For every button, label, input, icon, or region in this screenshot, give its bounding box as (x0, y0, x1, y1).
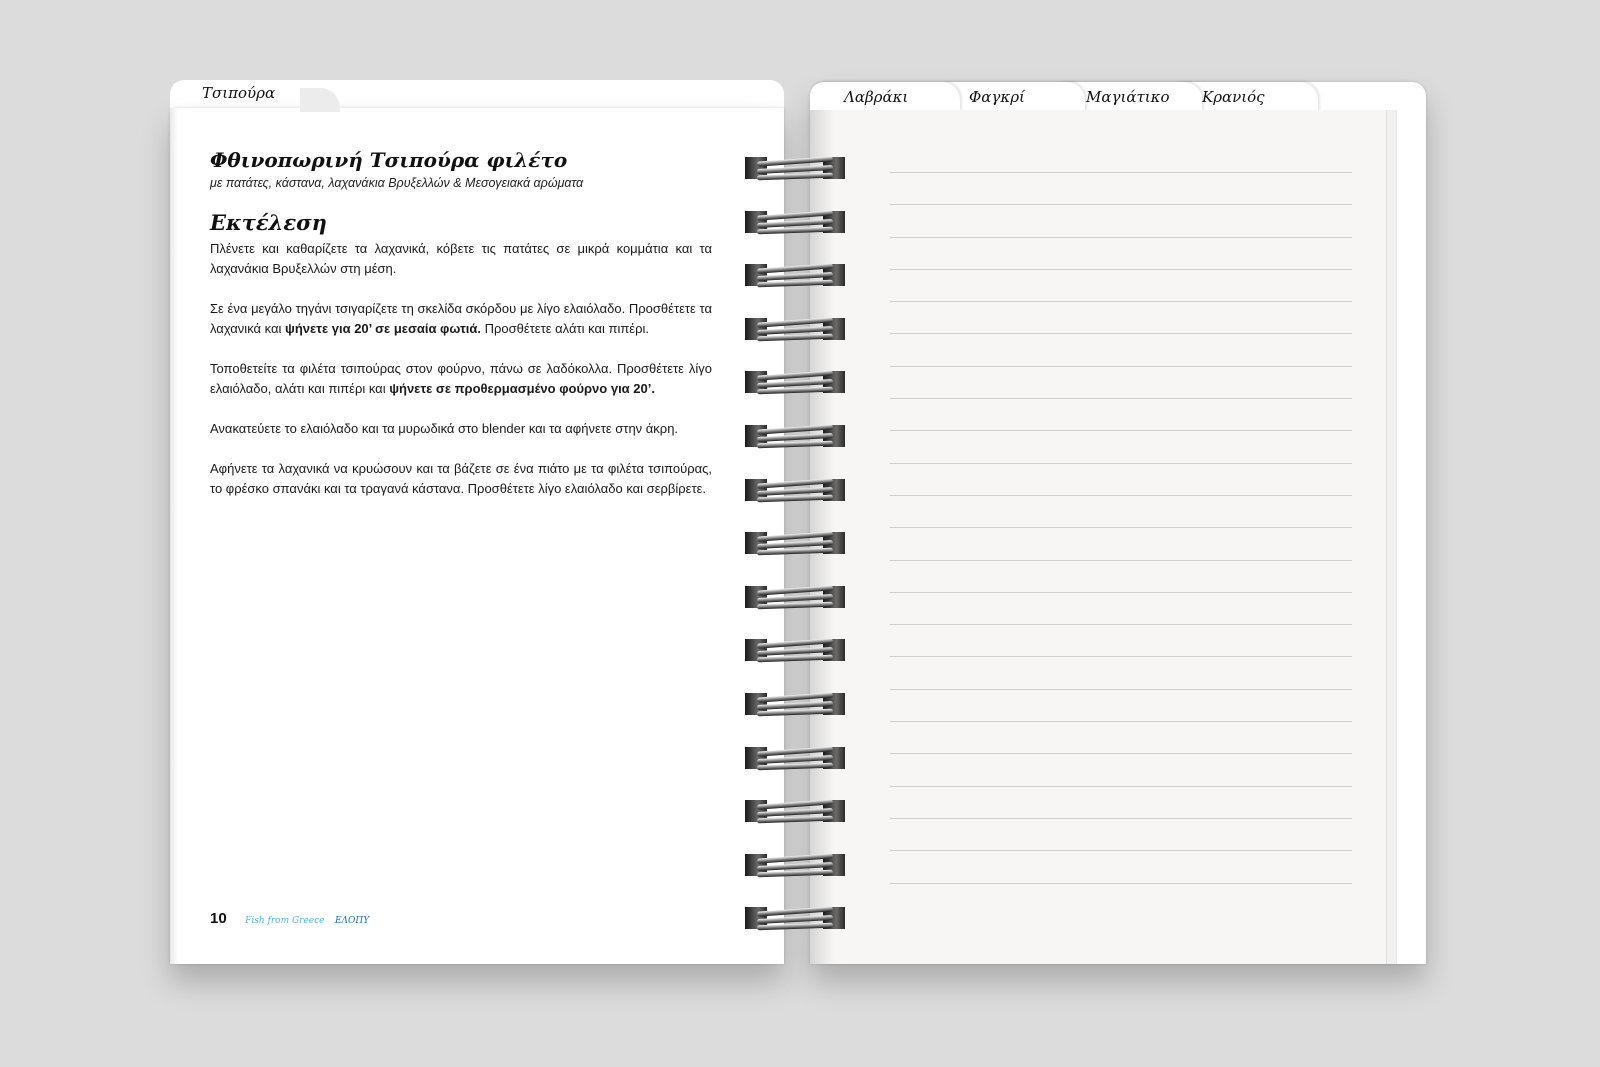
instruction-paragraph-5: Αφήνετε τα λαχανικά να κρυώσουν και τα β… (210, 461, 712, 496)
tab-lavraki[interactable]: Λαβράκι (810, 82, 960, 112)
spiral-wire (756, 226, 834, 234)
spiral-ring (745, 369, 845, 395)
ruled-line (890, 462, 1352, 464)
spiral-ring (745, 745, 845, 771)
ruled-lines (890, 172, 1352, 915)
spiral-ring (745, 852, 845, 878)
brand-fish-from-greece: Fish from Greece (245, 916, 325, 926)
ruled-line (890, 688, 1352, 690)
spiral-wire (756, 333, 834, 342)
spiral-wire (756, 172, 834, 181)
ruled-line (890, 559, 1352, 561)
spiral-wire (756, 762, 834, 770)
ruled-line (890, 301, 1352, 303)
ruled-line (890, 398, 1352, 400)
spiral-ring (745, 905, 845, 931)
page-number: 10 (210, 910, 227, 927)
ruled-line (890, 172, 1352, 173)
ruled-line (890, 236, 1352, 238)
ruled-line (890, 850, 1352, 852)
ruled-line (890, 817, 1352, 819)
spiral-ring (745, 477, 845, 503)
ruled-line (890, 591, 1352, 593)
ruled-line (890, 365, 1352, 367)
spiral-ring (745, 691, 845, 717)
ruled-line (890, 656, 1352, 658)
ruled-line (890, 882, 1352, 884)
instruction-paragraph-3: Τοποθετείτε τα φιλέτα τσιπούρας στον φού… (210, 361, 712, 396)
recipe-subtitle: με πατάτες, κάστανα, λαχανάκια Βρυξελλών… (210, 176, 584, 190)
ruled-line (890, 333, 1352, 335)
spiral-ring (745, 637, 845, 663)
ruled-line (890, 268, 1352, 270)
ruled-line (890, 785, 1352, 787)
spiral-wire (756, 708, 834, 717)
spiral-wire (756, 869, 834, 878)
recipe-title: Φθινοπωρινή Τσιπούρα φιλέτο (210, 148, 568, 172)
spiral-wire (756, 815, 834, 824)
spiral-wire (756, 547, 834, 556)
spiral-ring (745, 209, 845, 235)
instruction-paragraph-2: Σε ένα μεγάλο τηγάνι τσιγαρίζετε τη σκελ… (210, 301, 712, 336)
spiral-ring (745, 530, 845, 556)
tab-tsipoura[interactable]: Τσιπούρα (202, 84, 275, 102)
section-title: Εκτέλεση (210, 210, 327, 235)
instruction-paragraph-1: Πλένετε και καθαρίζετε τα λαχανικά, κόβε… (210, 241, 712, 276)
spiral-wire (756, 494, 834, 502)
spiral-ring (745, 155, 845, 181)
ruled-line (890, 753, 1352, 755)
spiral-wire (756, 923, 834, 931)
spiral-ring (745, 423, 845, 449)
spiral-ring (745, 262, 845, 288)
spiral-wire (756, 279, 834, 288)
page-footer: 10 Fish from Greece ΕΛΟΠΥ (210, 910, 369, 928)
spiral-ring (745, 584, 845, 610)
bold-instruction: ψήνετε σε προθερμασμένο φούρνο για 20’. (389, 381, 655, 396)
spiral-binding (745, 155, 845, 935)
ruled-line (890, 494, 1352, 496)
spiral-ring (745, 316, 845, 342)
ruled-line (890, 624, 1352, 626)
ruled-line (890, 721, 1352, 723)
recipe-content: Φθινοπωρινή Τσιπούρα φιλέτο με πατάτες, … (210, 148, 712, 519)
ruled-line (890, 430, 1352, 432)
ruled-line (890, 527, 1352, 529)
spiral-ring (745, 798, 845, 824)
ruled-line (890, 204, 1352, 206)
bold-instruction: ψήνετε για 20’ σε μεσαία φωτιά. (285, 321, 481, 336)
instruction-paragraph-4: Ανακατεύετε το ελαιόλαδο και τα μυρωδικά… (210, 421, 679, 436)
spiral-wire (756, 387, 834, 395)
spiral-wire (756, 440, 834, 449)
spiral-wire (756, 655, 834, 663)
brand-elopy: ΕΛΟΠΥ (334, 916, 370, 926)
spiral-wire (756, 601, 834, 610)
